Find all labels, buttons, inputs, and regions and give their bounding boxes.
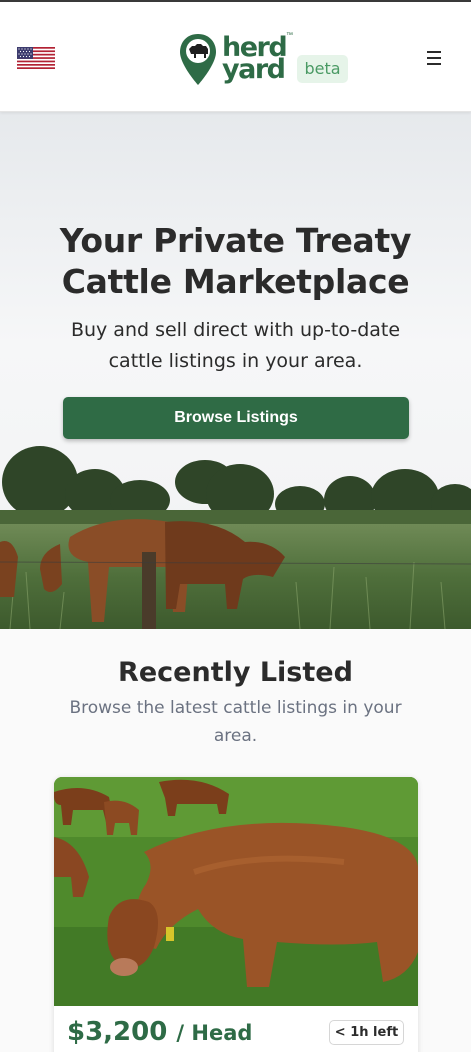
site-header: herd yard ™ beta xyxy=(0,2,471,112)
hero-title-line1: Your Private Treaty xyxy=(59,221,412,260)
time-left-badge: < 1h left xyxy=(329,1020,404,1045)
section-title: Recently Listed xyxy=(118,657,353,688)
logo-word-yard: yard xyxy=(222,54,286,85)
hero-subtitle: Buy and sell direct with up-to-date catt… xyxy=(70,319,401,372)
herdyard-logo[interactable]: herd yard ™ xyxy=(178,32,298,88)
logo-trademark: ™ xyxy=(286,32,293,39)
listing-price-unit: / Head xyxy=(176,1021,253,1045)
hero-title: Your Private Treaty Cattle Marketplace xyxy=(0,220,471,302)
hamburger-menu-icon[interactable] xyxy=(423,49,445,67)
listing-price: $3,200 / Head xyxy=(67,1017,252,1047)
hero-title-line2: Cattle Marketplace xyxy=(61,262,410,301)
section-subtitle: Browse the latest cattle listings in you… xyxy=(69,698,402,746)
listing-card[interactable]: $3,200 / Head < 1h left xyxy=(54,777,418,1052)
hero-section: Your Private Treaty Cattle Marketplace B… xyxy=(0,112,471,629)
listing-photo-cattle xyxy=(54,777,418,1006)
beta-badge: beta xyxy=(297,55,348,83)
browse-listings-button[interactable]: Browse Listings xyxy=(63,397,409,439)
listing-price-value: $3,200 xyxy=(67,1017,168,1047)
recently-listed-section: Recently Listed Browse the latest cattle… xyxy=(0,629,471,1052)
us-flag-icon[interactable] xyxy=(17,47,55,69)
location-pin-cow-icon xyxy=(180,34,216,85)
